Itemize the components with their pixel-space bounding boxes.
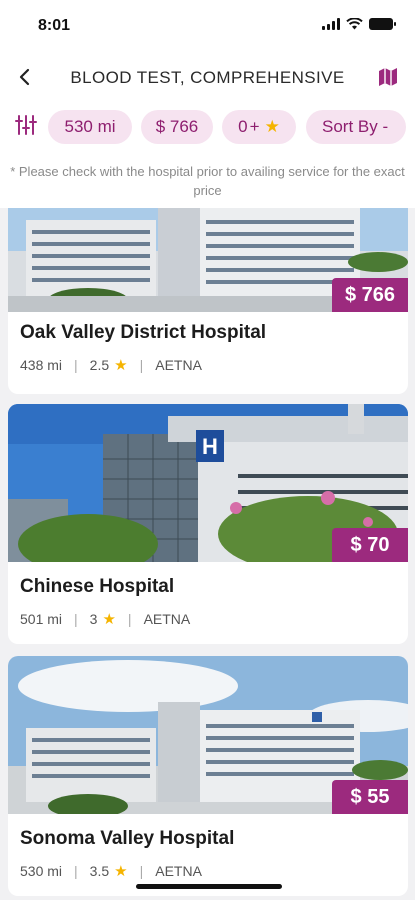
hospital-card[interactable]: $ 766 Oak Valley District Hospital 438 m… — [8, 208, 408, 394]
star-icon: ★ — [114, 863, 128, 880]
meta-divider: | — [127, 611, 132, 627]
price-tag: $ 70 — [332, 528, 408, 562]
hospital-insurance: AETNA — [143, 611, 191, 627]
hospital-name: Chinese Hospital — [20, 576, 175, 597]
hospital-meta: 501 mi | 3 ★ | AETNA — [20, 610, 190, 628]
distance-filter-label: 530 mi — [64, 117, 116, 136]
price-notice: * Please check with the hospital prior t… — [0, 152, 415, 208]
meta-divider: | — [139, 357, 144, 373]
star-icon: ★ — [102, 611, 116, 628]
map-icon — [379, 68, 397, 86]
meta-divider: | — [139, 863, 144, 879]
hospital-card[interactable]: H $ 70 Chinese Hospital 501 mi | 3 ★ | A… — [8, 404, 408, 644]
back-arrow-icon — [19, 68, 30, 86]
star-icon: ★ — [264, 117, 280, 136]
hospital-rating: 3 — [89, 611, 98, 627]
hospital-name: Oak Valley District Hospital — [20, 322, 267, 343]
price-filter-label: $ 766 — [155, 117, 199, 136]
rating-filter-value: 0 — [238, 117, 248, 136]
svg-text:H: H — [202, 434, 218, 459]
wifi-icon — [346, 18, 363, 30]
hospital-distance: 438 mi — [20, 357, 63, 373]
hospital-rating: 3.5 — [89, 863, 110, 879]
filter-settings-button[interactable] — [14, 113, 40, 139]
sort-by-label: Sort By - — [322, 117, 389, 136]
signal-icon — [322, 18, 340, 30]
hospital-list[interactable]: $ 766 Oak Valley District Hospital 438 m… — [0, 208, 415, 900]
hospital-photo: $ 766 — [8, 208, 408, 312]
price-filter-chip[interactable]: $ 766 — [141, 110, 213, 144]
meta-divider: | — [74, 357, 78, 373]
status-time: 8:01 — [38, 17, 71, 34]
hospital-meta: 438 mi | 2.5 ★ | AETNA — [20, 356, 202, 374]
hospital-rating: 2.5 — [89, 357, 110, 373]
hospital-photo: H $ 70 — [8, 404, 408, 562]
app-header: BLOOD TEST, COMPREHENSIVE — [0, 54, 415, 104]
rating-filter-plus: + — [249, 117, 260, 136]
hospital-meta: 530 mi | 3.5 ★ | AETNA — [20, 862, 202, 880]
status-bar: 8:01 — [0, 0, 415, 54]
distance-filter-chip[interactable]: 530 mi — [48, 110, 132, 144]
back-button[interactable] — [10, 63, 38, 91]
home-indicator[interactable] — [136, 884, 282, 889]
price-tag: $ 55 — [332, 780, 408, 814]
filter-sliders-icon — [15, 115, 37, 135]
hospital-name: Sonoma Valley Hospital — [20, 828, 235, 849]
map-view-button[interactable] — [375, 64, 401, 90]
meta-divider: | — [74, 863, 78, 879]
status-icons — [322, 18, 396, 30]
hospital-insurance: AETNA — [155, 357, 202, 373]
star-icon: ★ — [114, 357, 128, 374]
hospital-photo: $ 55 — [8, 656, 408, 814]
page-title: BLOOD TEST, COMPREHENSIVE — [70, 68, 345, 87]
hospital-h-icon — [312, 712, 322, 722]
rating-filter-chip[interactable]: 0 + ★ — [222, 110, 296, 144]
hospital-card[interactable]: $ 55 Sonoma Valley Hospital 530 mi | 3.5… — [8, 656, 408, 896]
battery-icon — [369, 18, 396, 30]
price-tag: $ 766 — [332, 278, 408, 312]
hospital-distance: 501 mi — [20, 611, 63, 627]
hospital-distance: 530 mi — [20, 863, 63, 879]
filter-bar: 530 mi $ 766 0 + ★ Sort By - — [0, 104, 415, 152]
meta-divider: | — [74, 611, 78, 627]
hospital-insurance: AETNA — [155, 863, 202, 879]
sort-by-chip[interactable]: Sort By - — [306, 110, 406, 144]
